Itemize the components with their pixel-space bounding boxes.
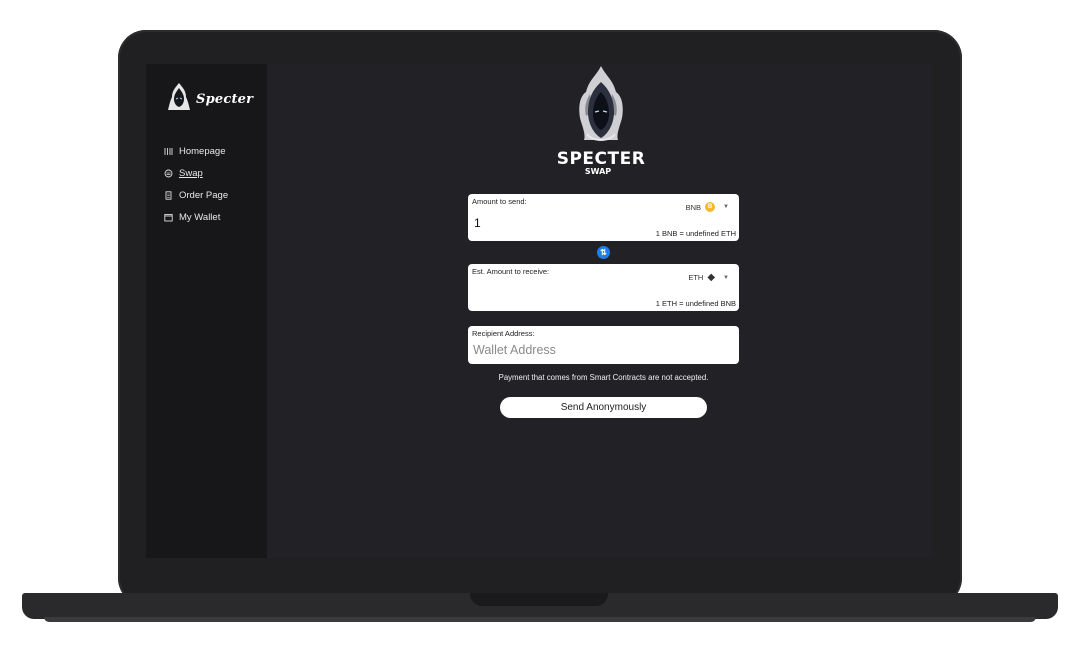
bars-icon xyxy=(164,147,173,156)
token-symbol: BNB xyxy=(685,202,702,212)
wallet-address-input[interactable] xyxy=(473,343,723,357)
receive-amount-input[interactable] xyxy=(474,286,634,300)
token-symbol: ETH xyxy=(688,273,704,282)
app-screen: Specter Homepage Swap Order Page My Wall… xyxy=(146,64,932,558)
sidebar-item-label: Homepage xyxy=(179,145,226,157)
sidebar-item-label: Swap xyxy=(179,167,203,179)
receive-token-select[interactable]: ETH ◆ ▼ xyxy=(688,272,729,283)
sidebar-item-homepage[interactable]: Homepage xyxy=(164,140,228,162)
sidebar-nav: Homepage Swap Order Page My Wallet xyxy=(164,140,228,228)
sidebar-item-swap[interactable]: Swap xyxy=(164,162,228,184)
eth-diamond-icon: ◆ xyxy=(707,272,716,283)
chevron-down-icon: ▼ xyxy=(723,274,729,281)
receive-label: Est. Amount to receive: xyxy=(472,267,550,276)
laptop-base-lip xyxy=(44,617,1036,622)
receive-card: Est. Amount to receive: ETH ◆ ▼ 1 ETH = … xyxy=(468,264,739,311)
swap-direction-button[interactable]: ⇅ xyxy=(597,246,610,259)
specter-swap-logo: SPECTER SWAP xyxy=(556,64,646,180)
sidebar-item-label: Order Page xyxy=(179,189,229,201)
wallet-icon xyxy=(164,213,173,222)
send-token-select[interactable]: BNB B ▼ xyxy=(686,202,729,212)
receive-rate: 1 ETH = undefined BNB xyxy=(655,299,736,308)
send-anonymously-button[interactable]: Send Anonymously xyxy=(500,397,707,418)
send-amount-input[interactable] xyxy=(474,216,634,230)
send-rate: 1 BNB = undefined ETH xyxy=(655,229,736,238)
send-label: Amount to send: xyxy=(472,197,527,206)
sidebar-item-order-page[interactable]: Order Page xyxy=(164,184,228,206)
sidebar-item-my-wallet[interactable]: My Wallet xyxy=(164,206,228,228)
sidebar-item-label: My Wallet xyxy=(179,211,221,223)
recipient-card: Recipient Address: xyxy=(468,326,739,364)
chevron-down-icon: ▼ xyxy=(723,204,729,210)
send-card: Amount to send: BNB B ▼ 1 BNB = undefine… xyxy=(468,194,739,241)
hooded-figure-icon xyxy=(166,82,192,117)
bnb-coin-icon: B xyxy=(705,202,716,212)
swap-arrows-icon: ⇅ xyxy=(600,248,607,257)
receipt-icon xyxy=(164,190,173,200)
laptop-notch xyxy=(470,593,608,606)
logo-line1: SPECTER xyxy=(557,149,646,169)
sidebar: Specter Homepage Swap Order Page My Wall… xyxy=(146,64,267,558)
brand-name: Specter xyxy=(196,92,254,107)
recipient-label: Recipient Address: xyxy=(472,329,535,338)
contract-notice: Payment that comes from Smart Contracts … xyxy=(498,373,709,382)
hooded-figure-icon xyxy=(579,66,623,141)
swap-icon xyxy=(164,169,173,178)
logo-line2: SWAP xyxy=(585,167,611,176)
brand[interactable]: Specter xyxy=(166,82,253,117)
